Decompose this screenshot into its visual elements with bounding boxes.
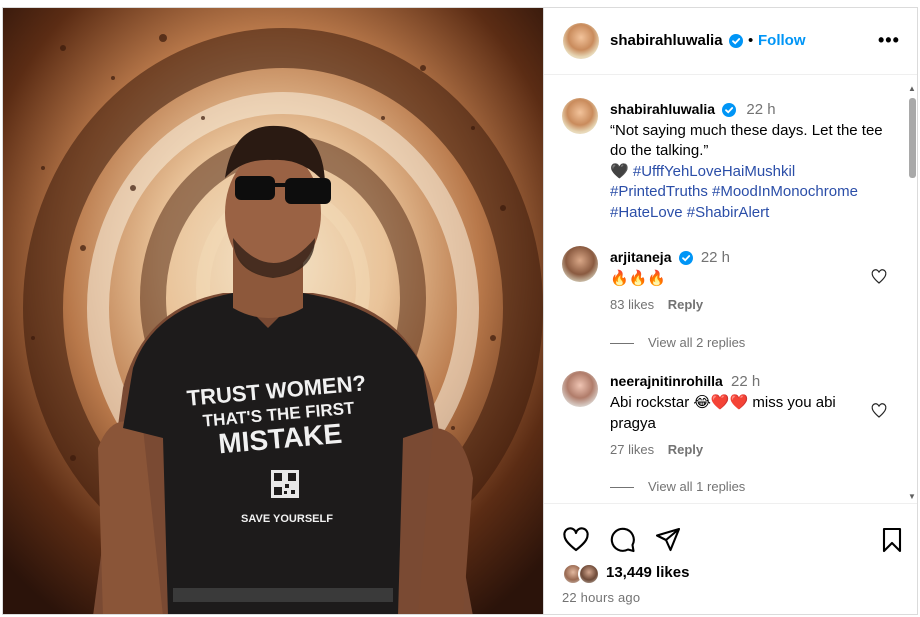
share-icon[interactable] [654,526,682,554]
reply-button[interactable]: Reply [668,297,703,312]
hashtag[interactable]: #PrintedTruths [610,183,708,200]
caption: shabirahluwalia 22 h “Not saying much th… [610,99,895,223]
caption-text: “Not saying much these days. Let the tee… [610,121,883,160]
comment-likes[interactable]: 83 likes [610,297,654,312]
post-side-panel: shabirahluwalia • Follow ••• shabirahluw… [543,8,917,614]
verified-badge-icon [722,103,737,118]
header-separator: • [748,32,754,49]
comment-username[interactable]: neerajnitinrohilla [610,373,723,389]
comment-icon[interactable] [608,526,636,554]
hashtag[interactable]: #UfffYehLoveHaiMushkil [633,163,795,180]
comment-time: 22 h [700,249,731,266]
comment-likes[interactable]: 27 likes [610,442,654,457]
post-header: shabirahluwalia • Follow ••• [544,8,917,75]
caption-avatar[interactable] [562,98,598,134]
caption-time: 22 h [746,101,776,118]
liker-avatar[interactable] [578,563,600,585]
post-modal: TRUST WOMEN? THAT'S THE FIRST MISTAKE SA… [2,7,918,615]
more-options-icon[interactable]: ••• [878,30,900,51]
post-actions: 13,449 likes 22 hours ago [544,503,917,614]
author-username[interactable]: shabirahluwalia [610,32,723,49]
like-heart-icon[interactable] [562,526,590,554]
scroll-up-icon[interactable]: ▲ [908,84,916,93]
likes-count[interactable]: 13,449 likes [606,564,689,581]
scrollbar-thumb[interactable] [909,98,916,178]
view-replies-label: View all 1 replies [648,479,746,494]
comment-avatar[interactable] [562,246,598,282]
reply-button[interactable]: Reply [668,442,703,457]
save-bookmark-icon[interactable] [878,526,906,554]
photo-artwork: TRUST WOMEN? THAT'S THE FIRST MISTAKE SA… [3,8,543,614]
view-replies-button[interactable]: View all 2 replies [610,335,745,350]
comment-meta: 83 likes Reply [610,297,703,312]
hashtag[interactable]: #MoodInMonochrome [712,183,858,200]
comment-avatar[interactable] [562,371,598,407]
hashtag[interactable]: #ShabirAlert [687,204,770,221]
comment-text: Abi rockstar 😂❤️❤️ miss you abi pragya [610,394,836,432]
replies-divider [610,343,634,345]
comment: arjitaneja 22 h 🔥🔥🔥 [610,247,880,289]
comment-meta: 27 likes Reply [610,442,703,457]
author-avatar[interactable] [563,23,599,59]
shirt-text-line4: SAVE YOURSELF [241,513,333,525]
follow-button[interactable]: Follow [758,32,806,49]
comment-time: 22 h [730,373,761,390]
comments-scroll-area[interactable]: shabirahluwalia 22 h “Not saying much th… [544,76,917,501]
comment-like-heart-icon[interactable] [870,402,888,420]
comment-username[interactable]: arjitaneja [610,249,671,265]
scroll-down-icon[interactable]: ▼ [908,492,916,501]
view-replies-button[interactable]: View all 1 replies [610,479,745,494]
view-replies-label: View all 2 replies [648,335,746,350]
black-heart-emoji: 🖤 [610,162,629,180]
caption-username[interactable]: shabirahluwalia [610,101,715,117]
verified-badge-icon [729,34,743,48]
post-photo[interactable]: TRUST WOMEN? THAT'S THE FIRST MISTAKE SA… [3,8,543,614]
replies-divider [610,487,634,489]
comments-scrollbar[interactable]: ▲ ▼ [904,78,917,503]
comment-like-heart-icon[interactable] [870,268,888,286]
comment: neerajnitinrohilla 22 h Abi rockstar 😂❤️… [610,371,870,434]
verified-badge-icon [678,251,693,266]
post-time-ago: 22 hours ago [562,590,641,605]
hashtag[interactable]: #HateLove [610,204,683,221]
comment-text: 🔥🔥🔥 [610,270,667,287]
